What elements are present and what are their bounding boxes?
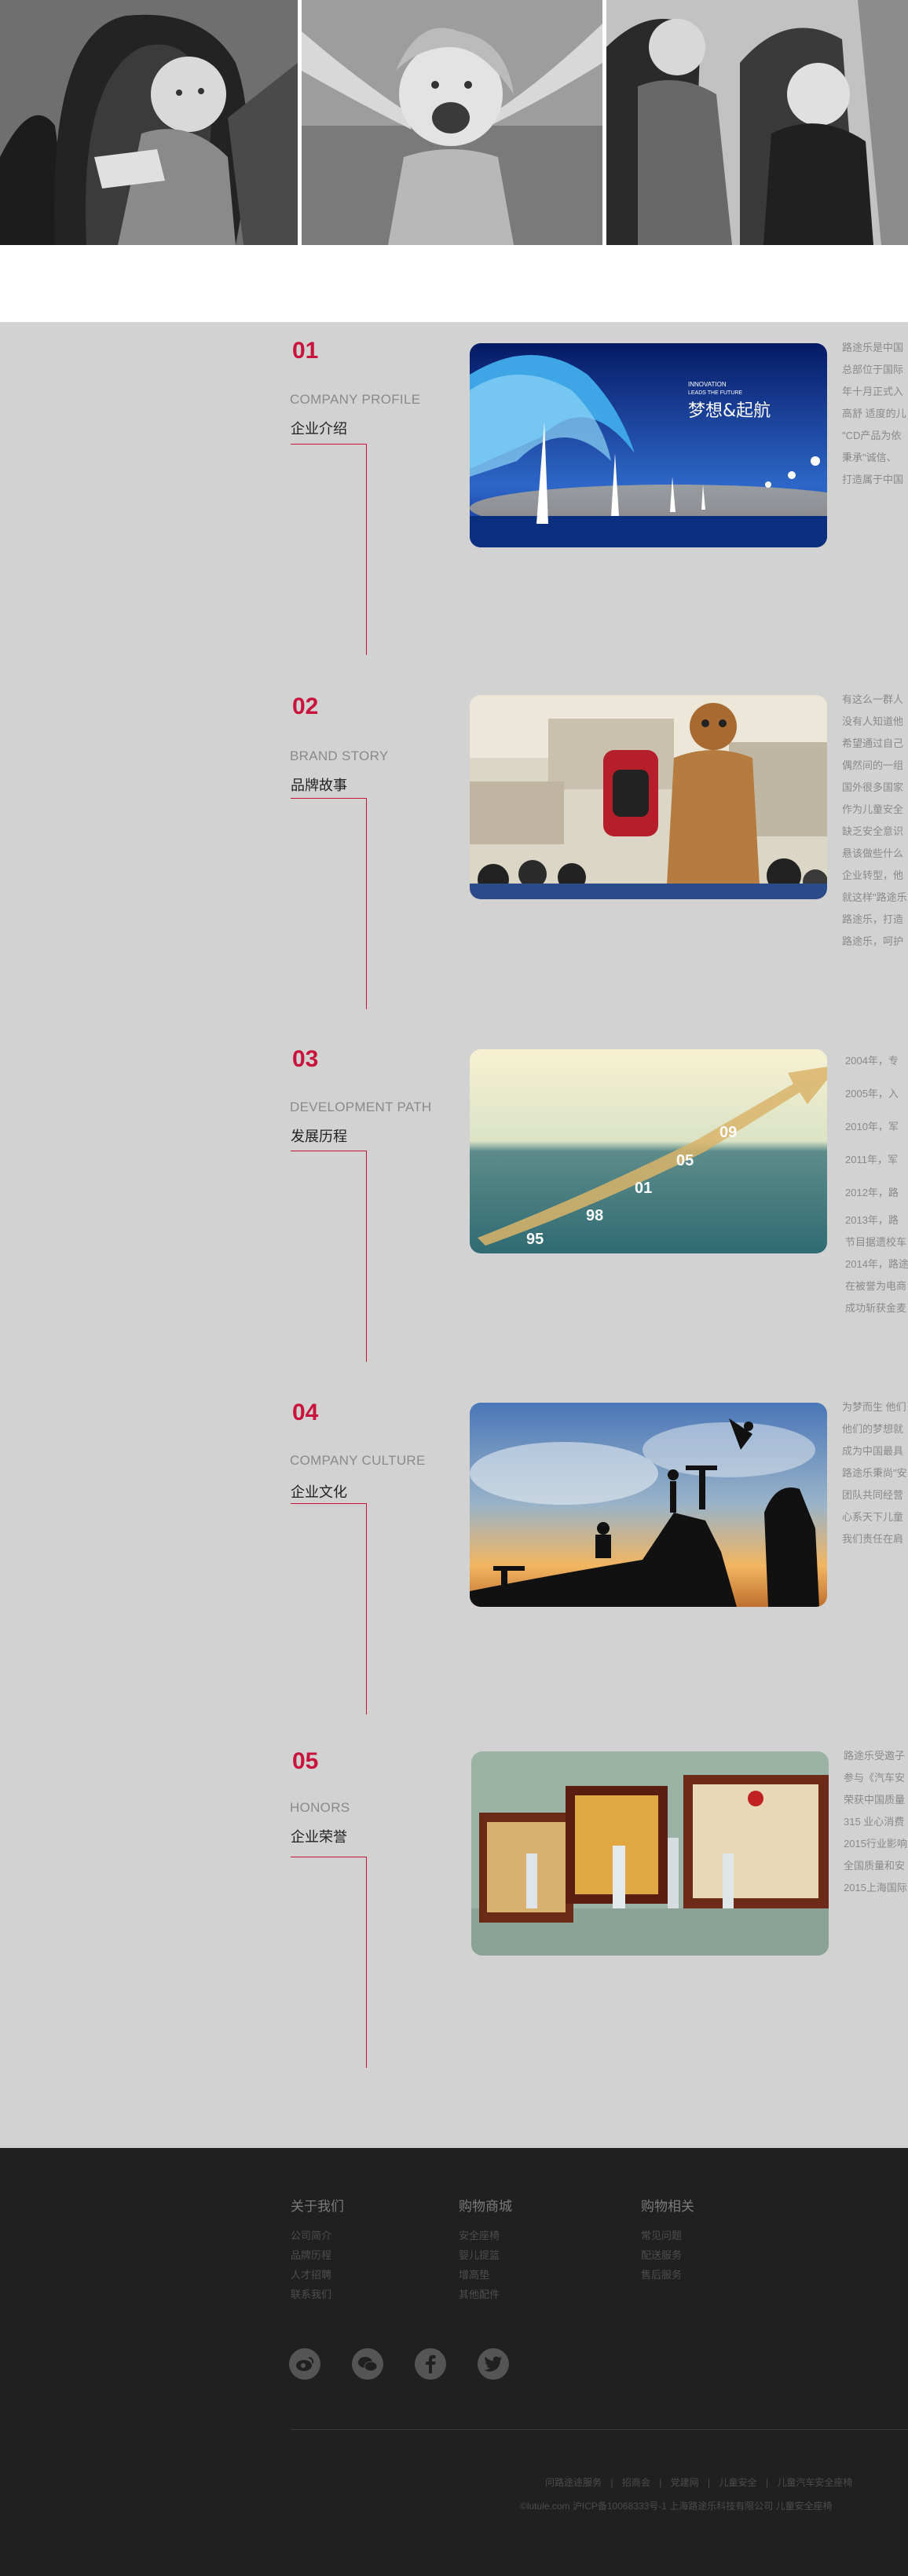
footer-link[interactable]: 品牌历程 — [291, 2245, 344, 2265]
teamwork-silhouette-image — [470, 1403, 827, 1607]
section-title-en: BRAND STORY — [290, 748, 389, 763]
footer-link[interactable]: 售后服务 — [641, 2265, 694, 2285]
section-text: 有这么一群人 没有人知道他 希望通过自己 偶然间的一组 国外很多国家 作为儿童安全 缺乏安全… — [842, 693, 907, 947]
footer-link[interactable]: 配送服务 — [641, 2245, 694, 2265]
growth-arrow-image: 95 98 01 05 09 — [470, 1049, 827, 1253]
laughing-girl-photo — [302, 0, 602, 245]
footer-divider — [291, 2429, 908, 2430]
milestone-label: 98 — [586, 1207, 603, 1224]
section-title-en: COMPANY CULTURE — [290, 1453, 426, 1468]
child-in-car-seat-photo — [0, 0, 298, 245]
section-title-cn: 企业介绍 — [291, 421, 347, 437]
footer-link[interactable]: 增高垫 — [459, 2265, 512, 2285]
classroom-mascot-image — [470, 695, 827, 899]
section-text: 路途乐受邀子 参与《汽车安 荣获中国质量 315 业心消费 2015行业影响 全国质量和安… — [844, 1750, 907, 1894]
section-title-cn: 发展历程 — [291, 1129, 347, 1144]
dream-sailing-image: INNOVATION LEADS THE FUTURE 梦想&起航 — [470, 343, 827, 547]
footer-link[interactable]: 问路途途服务 — [545, 2477, 602, 2488]
section-text: 为梦而生 他们 他们的梦想就 成为中国最具 路途乐秉尚"安 团队共同经营 心系天下儿童 我们… — [842, 1401, 907, 1545]
copyright-text: ©lutule.com 沪ICP备10068333号-1 上海路途乐科技有限公司… — [520, 2501, 833, 2512]
footer-column-title: 关于我们 — [291, 2199, 344, 2214]
hero-banner — [0, 0, 908, 245]
link-separator: | — [708, 2477, 711, 2488]
footer-link[interactable]: 公司简介 — [291, 2226, 344, 2245]
footer-column-about: 关于我们 公司简介 品牌历程 人才招聘 联系我们 — [291, 2195, 344, 2304]
link-separator: | — [765, 2477, 768, 2488]
link-separator: | — [659, 2477, 662, 2488]
facebook-icon[interactable] — [415, 2348, 446, 2380]
section-number: 01 — [292, 338, 319, 364]
timeline-line — [291, 1857, 367, 2068]
milestone-label: 05 — [676, 1152, 694, 1169]
timeline-line — [291, 1503, 367, 1714]
section-number: 03 — [292, 1046, 319, 1072]
footer-link[interactable]: 联系我们 — [291, 2285, 344, 2304]
twitter-icon[interactable] — [478, 2348, 509, 2380]
footer-link[interactable]: 党建网 — [671, 2477, 699, 2488]
milestone-label: 09 — [719, 1124, 737, 1141]
two-children-in-car-seats-photo — [606, 0, 908, 245]
milestone-label: 01 — [635, 1180, 652, 1197]
link-separator: | — [610, 2477, 613, 2488]
section-title-en: HONORS — [290, 1800, 350, 1815]
footer-column-shop: 购物商城 安全座椅 婴儿提篮 增高垫 其他配件 — [459, 2195, 512, 2304]
milestone-label: 95 — [526, 1231, 544, 1248]
section-title-cn: 品牌故事 — [291, 778, 347, 793]
footer-link[interactable]: 招商会 — [622, 2477, 650, 2488]
section-text: 2004年，专 2005年，入 2010年，军 2011年，军 2012年，路 2013年… — [845, 1055, 908, 1314]
svg-text:LEADS THE FUTURE: LEADS THE FUTURE — [688, 390, 742, 396]
section-number: 04 — [292, 1400, 319, 1425]
timeline-line — [291, 798, 367, 1009]
timeline-line — [291, 1151, 367, 1362]
timeline-line — [291, 444, 367, 655]
footer-link[interactable]: 常见问题 — [641, 2226, 694, 2245]
image-caption-small: INNOVATION — [688, 381, 727, 388]
section-title-en: DEVELOPMENT PATH — [290, 1100, 432, 1114]
footer-link[interactable]: 儿童汽车安全座椅 — [777, 2477, 852, 2488]
section-title-cn: 企业荣誉 — [291, 1829, 347, 1845]
footer-link[interactable]: 婴儿提篮 — [459, 2245, 512, 2265]
footer-link[interactable]: 安全座椅 — [459, 2226, 512, 2245]
footer-link[interactable]: 其他配件 — [459, 2285, 512, 2304]
footer-column-shopping-help: 购物相关 常见问题 配送服务 售后服务 — [641, 2195, 694, 2285]
section-number: 05 — [292, 1748, 319, 1774]
wechat-icon[interactable] — [352, 2348, 383, 2380]
section-text: 路途乐是中国 总部位于国际 年十月正式入 高舒 适度的儿 "CD产品为依 秉承"诚信、 打造… — [842, 342, 906, 485]
footer-column-title: 购物商城 — [459, 2199, 512, 2214]
section-title-cn: 企业文化 — [291, 1484, 347, 1500]
section-number: 02 — [292, 693, 319, 719]
footer-link[interactable]: 人才招聘 — [291, 2265, 344, 2285]
awards-image — [471, 1751, 829, 1956]
section-title-en: COMPANY PROFILE — [290, 392, 421, 407]
footer-column-title: 购物相关 — [641, 2199, 694, 2214]
image-caption-title: 梦想&起航 — [688, 401, 771, 421]
weibo-icon[interactable] — [289, 2348, 320, 2380]
footer-link[interactable]: 儿童安全 — [719, 2477, 756, 2488]
footer-links-row: 问路途途服务 | 招商会 | 党建网 | 儿童安全 | 儿童汽车安全座椅 — [542, 2475, 855, 2489]
